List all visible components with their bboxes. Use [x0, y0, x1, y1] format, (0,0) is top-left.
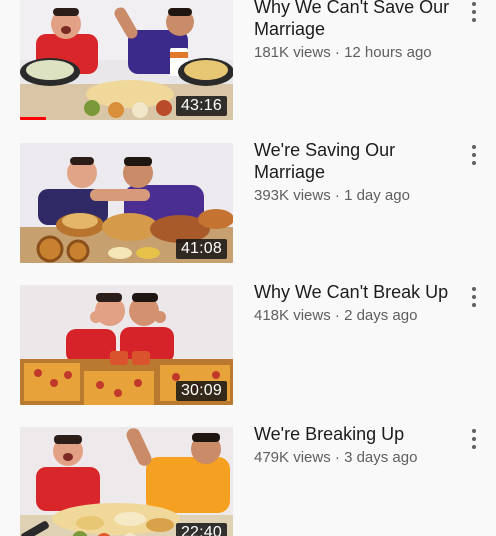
video-item[interactable]: 41:08 We're Saving Our Marriage 393K vie… [0, 140, 496, 273]
video-duration: 30:09 [175, 381, 227, 401]
upload-age: 3 days ago [344, 449, 418, 466]
stats-separator: · [330, 44, 345, 61]
video-duration: 43:16 [175, 96, 227, 116]
view-count: 181K views [254, 44, 331, 61]
more-vert-icon[interactable] [466, 0, 482, 24]
video-meta: Why We Can't Save Our Marriage 181K view… [254, 0, 454, 63]
video-thumbnail[interactable]: 41:08 [20, 143, 233, 263]
video-list: 43:16 Why We Can't Save Our Marriage 181… [0, 0, 496, 536]
more-vert-icon[interactable] [466, 427, 482, 451]
video-title[interactable]: Why We Can't Save Our Marriage [254, 0, 454, 40]
thumbnail-image [20, 427, 233, 536]
video-stats: 181K views · 12 hours ago [254, 43, 454, 63]
video-meta: We're Breaking Up 479K views · 3 days ag… [254, 423, 454, 468]
video-duration: 22:40 [175, 523, 227, 536]
upload-age: 12 hours ago [344, 44, 432, 61]
video-thumbnail[interactable]: 22:40 [20, 427, 233, 536]
video-thumbnail[interactable]: 30:09 [20, 285, 233, 405]
video-item[interactable]: 30:09 Why We Can't Break Up 418K views ·… [0, 282, 496, 415]
more-vert-icon[interactable] [466, 285, 482, 309]
video-thumbnail[interactable]: 43:16 [20, 0, 233, 120]
video-title[interactable]: We're Saving Our Marriage [254, 139, 454, 183]
video-item[interactable]: 22:40 We're Breaking Up 479K views · 3 d… [0, 424, 496, 536]
video-meta: Why We Can't Break Up 418K views · 2 day… [254, 281, 454, 326]
upload-age: 1 day ago [344, 187, 410, 204]
view-count: 418K views [254, 307, 331, 324]
video-item[interactable]: 43:16 Why We Can't Save Our Marriage 181… [0, 0, 496, 130]
stats-separator: · [330, 307, 345, 324]
view-count: 479K views [254, 449, 331, 466]
video-title[interactable]: We're Breaking Up [254, 423, 454, 445]
video-stats: 418K views · 2 days ago [254, 306, 454, 326]
video-stats: 479K views · 3 days ago [254, 448, 454, 468]
stats-separator: · [330, 187, 345, 204]
video-stats: 393K views · 1 day ago [254, 186, 454, 206]
video-duration: 41:08 [175, 239, 227, 259]
upload-age: 2 days ago [344, 307, 418, 324]
stats-separator: · [330, 449, 345, 466]
watch-progress-bar [20, 117, 46, 120]
view-count: 393K views [254, 187, 331, 204]
video-meta: We're Saving Our Marriage 393K views · 1… [254, 139, 454, 206]
video-title[interactable]: Why We Can't Break Up [254, 281, 454, 303]
more-vert-icon[interactable] [466, 143, 482, 167]
